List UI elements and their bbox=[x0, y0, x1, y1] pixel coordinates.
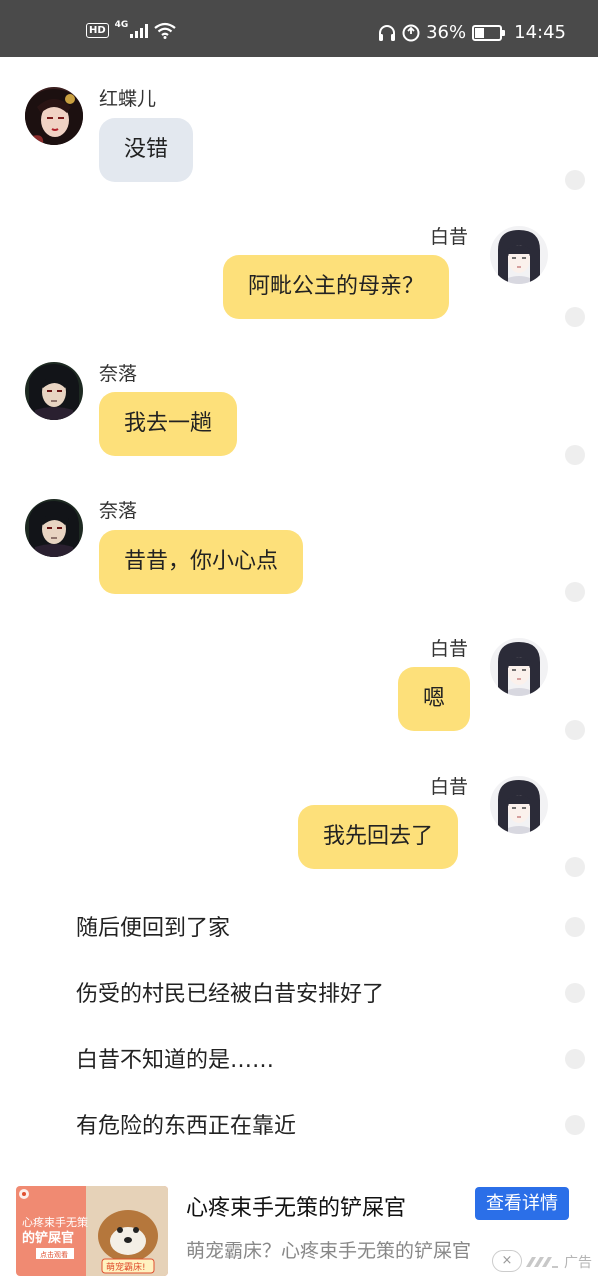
battery-percent: 36% bbox=[426, 22, 467, 43]
ad-network-icon bbox=[526, 1257, 558, 1268]
narration-line: 随后便回到了家 bbox=[76, 916, 231, 941]
message-dot[interactable] bbox=[565, 720, 585, 740]
baixi-avatar[interactable] bbox=[490, 226, 548, 284]
status-left: HD 4G bbox=[86, 19, 177, 39]
wifi-icon bbox=[154, 22, 177, 39]
message-bubble[interactable]: 没错 bbox=[99, 118, 194, 182]
message-bubble[interactable]: 我先回去了 bbox=[298, 805, 459, 869]
message-bubble[interactable]: 我去一趟 bbox=[99, 392, 238, 456]
headset-icon bbox=[379, 24, 396, 41]
ad-thumbnail[interactable]: 心疼束手无策 的铲屎官 点击观看 萌宠霸床! bbox=[16, 1186, 168, 1276]
baixi-avatar[interactable] bbox=[490, 776, 548, 834]
message-dot[interactable] bbox=[565, 307, 585, 327]
status-bar: HD 4G 36% 14:45 bbox=[0, 0, 598, 57]
hongdieer-avatar[interactable] bbox=[25, 87, 83, 145]
narration-line: 白昔不知道的是…… bbox=[76, 1048, 275, 1073]
status-right: 36% 14:45 bbox=[378, 22, 566, 43]
close-ad-button[interactable]: × bbox=[492, 1250, 522, 1272]
message-dot[interactable] bbox=[565, 1049, 585, 1069]
message-dot[interactable] bbox=[565, 445, 585, 465]
message-dot[interactable] bbox=[565, 857, 585, 877]
clock: 14:45 bbox=[514, 22, 566, 43]
message-dot[interactable] bbox=[565, 170, 585, 190]
message-bubble[interactable]: 嗯 bbox=[398, 667, 471, 731]
sender-name: 奈落 bbox=[99, 500, 138, 522]
narration-line: 伤受的村民已经被白昔安排好了 bbox=[76, 982, 385, 1007]
message-dot[interactable] bbox=[565, 983, 585, 1003]
message-dot[interactable] bbox=[565, 1115, 585, 1135]
battery-icon bbox=[472, 24, 506, 41]
message-bubble[interactable]: 昔昔，你小心点 bbox=[99, 530, 304, 594]
sender-name: 红蝶儿 bbox=[99, 88, 157, 110]
baixi-avatar[interactable] bbox=[490, 638, 548, 696]
ad-banner[interactable]: 心疼束手无策 的铲屎官 点击观看 萌宠霸床! 心疼束手无策的铲屎官 查看详情 萌… bbox=[0, 1178, 598, 1280]
ad-thumb-text: 萌宠霸床! bbox=[106, 1261, 146, 1273]
narration-line: 有危险的东西正在靠近 bbox=[76, 1114, 297, 1139]
ad-thumb-text: 心疼束手无策 bbox=[22, 1215, 88, 1229]
data-saver-icon bbox=[402, 24, 420, 41]
sender-name: 白昔 bbox=[430, 638, 469, 660]
message-dot[interactable] bbox=[565, 582, 585, 602]
ad-tag-text: 广告 bbox=[564, 1255, 592, 1271]
ad-description[interactable]: 萌宠霸床？心疼束手无策的铲屎官 bbox=[186, 1236, 471, 1263]
ad-label: 广告 bbox=[524, 1252, 592, 1272]
sender-name: 白昔 bbox=[430, 776, 469, 798]
ad-thumb-text: 的铲屎官 bbox=[22, 1230, 74, 1246]
message-bubble[interactable]: 阿毗公主的母亲？ bbox=[223, 255, 450, 319]
message-dot[interactable] bbox=[565, 917, 585, 937]
naraku-avatar[interactable] bbox=[25, 362, 83, 420]
sender-name: 白昔 bbox=[430, 226, 469, 248]
network-type: 4G bbox=[114, 19, 129, 30]
hd-badge: HD bbox=[86, 23, 109, 38]
ad-thumb-text: 点击观看 bbox=[40, 1250, 68, 1259]
view-details-button[interactable]: 查看详情 bbox=[475, 1187, 569, 1220]
ad-title[interactable]: 心疼束手无策的铲屎官 bbox=[186, 1190, 406, 1222]
signal-icon bbox=[130, 23, 149, 38]
naraku-avatar[interactable] bbox=[25, 499, 83, 557]
sender-name: 奈落 bbox=[99, 363, 138, 385]
